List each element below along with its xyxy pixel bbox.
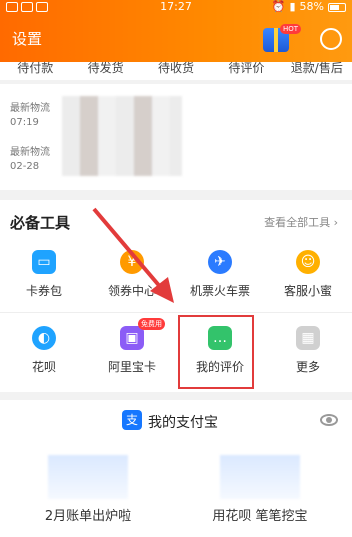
tool-huabei[interactable]: ◐ 花呗	[0, 326, 88, 375]
promo-card-1[interactable]: 2月账单出炉啦	[18, 455, 158, 524]
tools-divider	[0, 312, 352, 313]
order-refund[interactable]: 退款/售后	[282, 62, 352, 80]
highlight-box	[178, 315, 254, 389]
service-icon: ☺	[296, 250, 320, 274]
promo-image	[48, 455, 128, 499]
promo-text: 用花呗 笔笔挖宝	[212, 509, 308, 524]
alipay-header: 支 我的支付宝	[0, 410, 352, 432]
annotation-arrow-icon	[92, 207, 174, 303]
tool-alibaocard[interactable]: ▣ 免费用 阿里宝卡	[88, 318, 176, 375]
order-pending-review[interactable]: 待评价	[211, 62, 281, 80]
app-header: 17:27 ⏰ ▮ 58% 设置 HOT	[0, 0, 352, 62]
logistics-panel[interactable]: 最新物流 07:19 最新物流 02-28	[0, 84, 352, 190]
plane-icon: ✈	[208, 250, 232, 274]
view-all-tools[interactable]: 查看全部工具 ›	[264, 214, 338, 230]
tools-row-2: ◐ 花呗 ▣ 免费用 阿里宝卡 … 我的评价 ▦ 更多	[0, 318, 352, 375]
alibaocard-icon: ▣	[120, 326, 144, 350]
alipay-logo-icon: 支	[122, 410, 142, 430]
huabei-icon: ◐	[32, 326, 56, 350]
status-time: 17:27	[160, 0, 192, 13]
blurred-logistics-content	[62, 96, 182, 176]
logistics-label: 最新物流	[10, 147, 50, 158]
page-title[interactable]: 设置	[12, 28, 42, 49]
more-icon: ▦	[296, 326, 320, 350]
tool-service[interactable]: ☺ 客服小蜜	[264, 250, 352, 299]
tool-coupon[interactable]: ▭ 卡券包	[0, 250, 88, 299]
alipay-title: 我的支付宝	[148, 415, 218, 431]
logistics-label: 最新物流	[10, 103, 50, 114]
logistics-item[interactable]: 最新物流 07:19	[10, 102, 50, 130]
coupon-icon: ▭	[32, 250, 56, 274]
logistics-item[interactable]: 最新物流 02-28	[10, 146, 50, 174]
order-tabs: 待付款 待发货 待收货 待评价 退款/售后	[0, 62, 352, 80]
battery-icon	[328, 2, 346, 12]
eye-icon[interactable]	[320, 414, 338, 426]
alipay-section: 支 我的支付宝 2月账单出炉啦 用花呗 笔笔挖宝	[0, 400, 352, 537]
tools-title: 必备工具	[10, 214, 71, 232]
order-pending-receipt[interactable]: 待收货	[141, 62, 211, 80]
tool-flight-train[interactable]: ✈ 机票火车票	[176, 250, 264, 299]
logistics-time: 02-28	[10, 161, 40, 172]
status-bar: 17:27 ⏰ ▮ 58%	[0, 0, 352, 14]
promo-card-2[interactable]: 用花呗 笔笔挖宝	[190, 455, 330, 524]
logistics-time: 07:19	[10, 117, 39, 128]
promo-image	[220, 455, 300, 499]
tool-more[interactable]: ▦ 更多	[264, 326, 352, 375]
order-pending-payment[interactable]: 待付款	[0, 62, 70, 80]
skin-icon[interactable]	[320, 28, 342, 50]
hot-badge: HOT	[280, 24, 302, 34]
free-badge: 免费用	[138, 318, 165, 330]
promo-text: 2月账单出炉啦	[44, 509, 132, 524]
order-pending-shipment[interactable]: 待发货	[70, 62, 140, 80]
